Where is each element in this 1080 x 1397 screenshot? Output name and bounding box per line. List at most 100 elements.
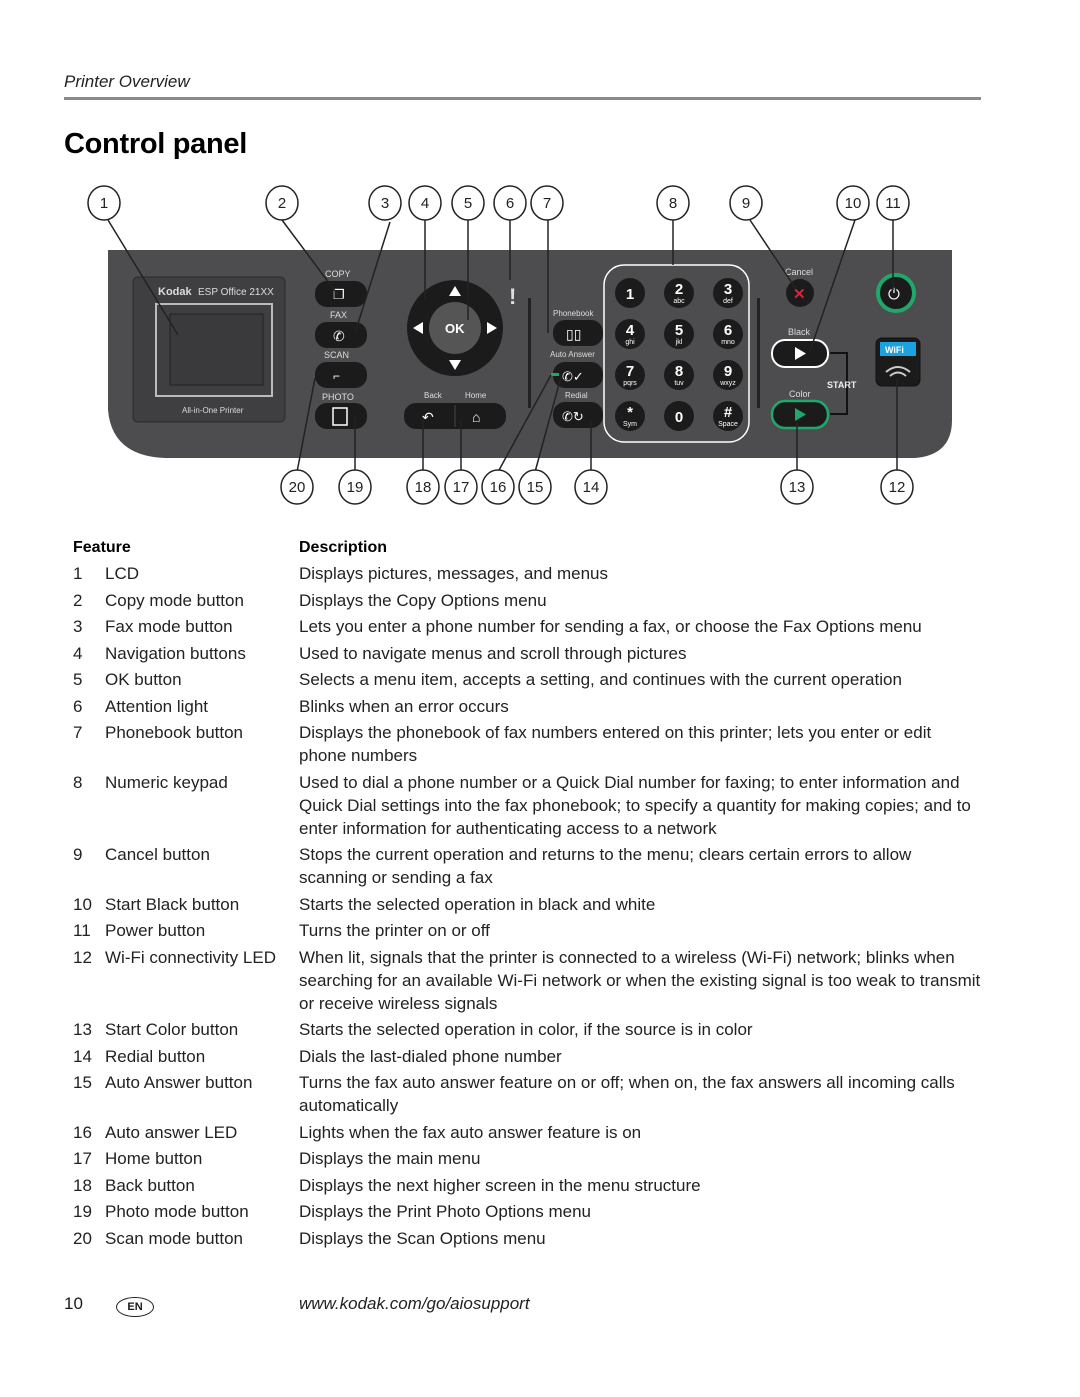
row-num: 2 <box>73 590 83 610</box>
callout-number: 20 <box>289 479 306 496</box>
row-feature: Redial button <box>105 1046 206 1066</box>
row-num: 12 <box>73 947 92 967</box>
table-row: 6 Attention light Blinks when an error occ… <box>73 695 983 718</box>
callout-number: 7 <box>543 195 551 212</box>
row-description: Used to navigate menus and scroll throug… <box>299 643 687 663</box>
table-row: 4 Navigation buttons Used to navigate menu… <box>73 642 983 665</box>
row-description: Selects a menu item, accepts a setting, … <box>299 670 902 689</box>
row-num: 17 <box>73 1149 92 1168</box>
keypad-letters: mno <box>721 339 735 346</box>
phonebook-label: Phonebook <box>553 309 594 318</box>
row-feature: LCD <box>105 564 140 583</box>
row-num: 6 <box>73 696 83 716</box>
phone-icon: ✆ <box>333 328 345 344</box>
ok-label: OK <box>445 321 465 336</box>
color-label: Color <box>789 389 811 399</box>
callouts-top: 1 2 3 4 5 6 7 8 9 10 11 <box>87 185 910 221</box>
copy-label: COPY <box>325 269 351 279</box>
keypad-digit: 2 <box>675 281 683 298</box>
wifi-label: WiFi <box>885 345 904 355</box>
row-description: Turns the printer on or off <box>299 921 490 940</box>
row-description: Starts the selected operation in black a… <box>299 894 656 914</box>
home-icon: ⌂ <box>472 409 480 425</box>
back-label: Back <box>424 391 443 400</box>
row-description: Dials the last-dialed phone number <box>299 1046 562 1066</box>
callout-number: 10 <box>845 195 862 212</box>
table-row: 9 Cancel button Stops the current operatio… <box>73 843 983 889</box>
row-feature: Numeric keypad <box>105 772 228 792</box>
power-icon: ⏻ <box>888 286 900 303</box>
brand-logo: Kodak <box>158 286 193 298</box>
table-row: 8 Numeric keypad Used to dial a phone numb… <box>73 771 983 840</box>
callout-number: 9 <box>742 195 750 212</box>
keypad-letters: Space <box>718 421 738 428</box>
table-row: 11 Power button Turns the printer on or of… <box>73 919 983 942</box>
callout-number: 5 <box>464 195 472 212</box>
attention-light: ! <box>509 284 516 309</box>
scan-icon: ⌐ <box>333 369 340 383</box>
callout-number: 19 <box>347 479 364 496</box>
support-url[interactable]: www.kodak.com/go/aiosupport <box>299 1294 530 1314</box>
row-description: Displays the Copy Options menu <box>299 590 547 610</box>
copy-icon: ❐ <box>333 287 345 302</box>
model-name: ESP Office 21XX <box>198 287 274 298</box>
row-feature: Navigation buttons <box>105 643 246 663</box>
row-description: Displays the next higher screen in the m… <box>299 1175 701 1195</box>
keypad-digit: 9 <box>724 363 732 380</box>
photo-label: PHOTO <box>322 392 354 402</box>
feature-header: Feature <box>73 539 131 556</box>
table-row: 13 Start Color button Starts the selected … <box>73 1018 983 1041</box>
keypad-letters: Sym <box>623 421 637 428</box>
callout-number: 2 <box>278 195 286 212</box>
row-feature: Phonebook button <box>105 723 244 742</box>
row-feature: Cancel button <box>105 845 210 864</box>
callout-number: 18 <box>415 479 432 496</box>
table-row: 2 Copy mode button Displays the Copy Optio… <box>73 589 983 612</box>
control-panel-diagram: Kodak ESP Office 21XX All-in-One Printer… <box>87 185 952 505</box>
start-label: START <box>827 380 857 390</box>
row-num: 7 <box>73 723 83 742</box>
callout-number: 16 <box>490 479 507 496</box>
table-row: 15 Auto Answer button Turns the fax auto a… <box>73 1071 983 1117</box>
row-num: 14 <box>73 1046 92 1066</box>
callout-number: 4 <box>421 195 429 212</box>
redial-label: Redial <box>565 391 588 400</box>
row-description: Displays the phonebook of fax numbers en… <box>299 723 932 765</box>
header-rule <box>64 97 981 100</box>
table-row: 20 Scan mode button Displays the Scan Opti… <box>73 1227 983 1250</box>
row-feature: Home button <box>105 1149 203 1168</box>
row-feature: Auto answer LED <box>105 1122 238 1142</box>
row-description: Starts the selected operation in color, … <box>299 1020 753 1039</box>
keypad-digit: 6 <box>724 322 732 339</box>
row-feature: Auto Answer button <box>105 1073 253 1092</box>
row-feature: Back button <box>105 1175 195 1195</box>
keypad-digit: 3 <box>724 281 732 298</box>
keypad-digit: 4 <box>626 322 635 339</box>
divider-left <box>528 298 531 408</box>
keypad-digit: 5 <box>675 322 683 339</box>
row-description: Stops the current operation and returns … <box>299 845 912 887</box>
section-header: Printer Overview <box>64 72 190 91</box>
table-row: 7 Phonebook button Displays the phonebook … <box>73 721 983 767</box>
row-description: Lets you enter a phone number for sendin… <box>299 617 922 636</box>
row-feature: Scan mode button <box>105 1228 243 1248</box>
callout-number: 17 <box>453 479 470 496</box>
scan-label: SCAN <box>324 350 349 360</box>
row-num: 11 <box>73 921 91 940</box>
auto-answer-led <box>551 373 559 376</box>
row-description: Blinks when an error occurs <box>299 696 509 716</box>
row-num: 9 <box>73 845 83 864</box>
table-row: 17 Home button Displays the main menu <box>73 1147 983 1170</box>
scan-button <box>315 362 367 388</box>
row-num: 8 <box>73 772 83 792</box>
callout-number: 1 <box>100 195 108 212</box>
table-row: 5 OK button Selects a menu item, accepts a… <box>73 668 983 691</box>
keypad-digit: * <box>627 404 633 421</box>
page-number: 10 <box>64 1294 83 1313</box>
divider-right <box>757 298 760 408</box>
table-row: 16 Auto answer LED Lights when the fax aut… <box>73 1121 983 1144</box>
keypad-letters: jkl <box>675 339 683 346</box>
row-feature: Power button <box>105 921 206 940</box>
table-body: 1 LCD Displays pictures, messages, and men… <box>73 562 983 1250</box>
row-description: Displays the main menu <box>299 1149 481 1168</box>
